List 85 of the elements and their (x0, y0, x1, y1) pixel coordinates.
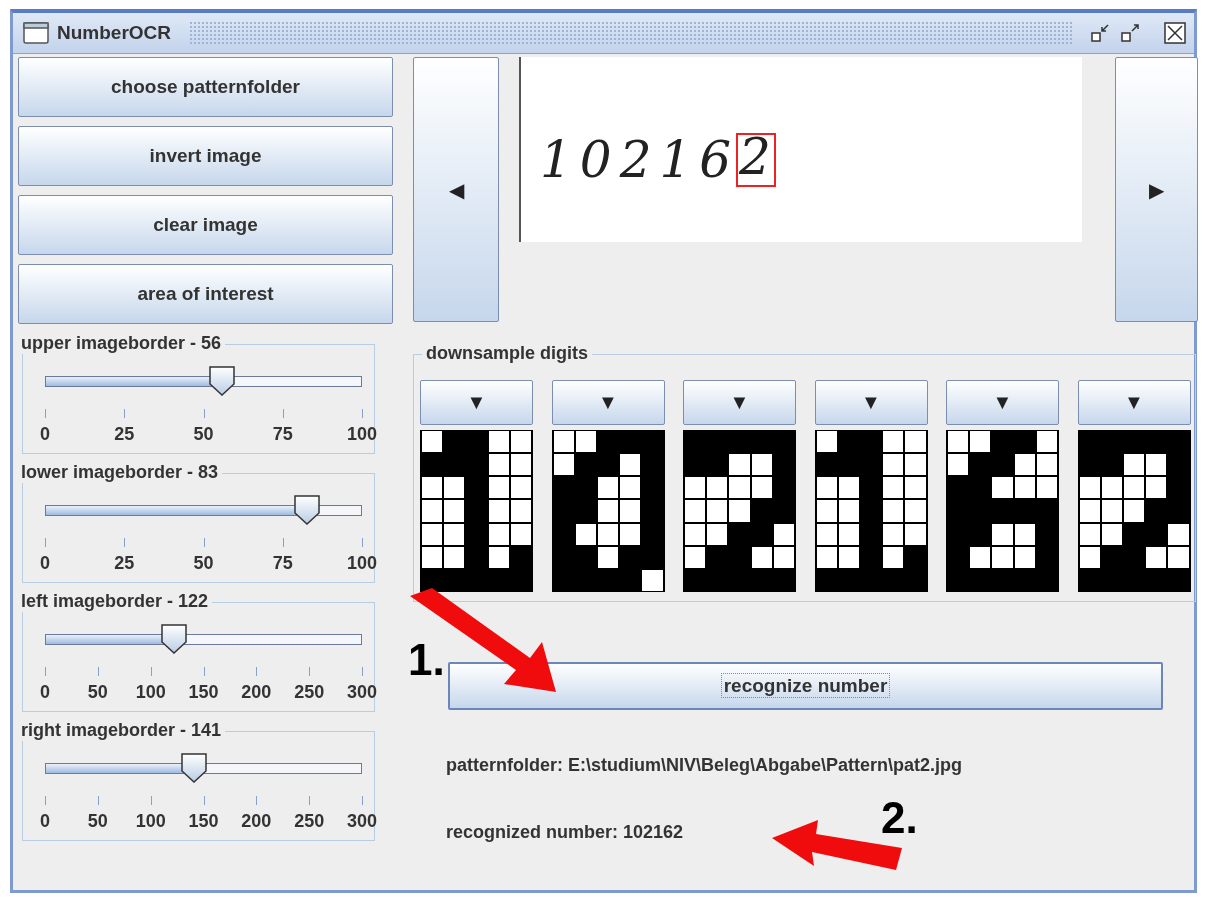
handwritten-digit: 1 (539, 132, 575, 187)
window-title: NumberOCR (57, 22, 171, 44)
tick-label: 150 (188, 811, 219, 832)
tick-mark (203, 667, 205, 676)
tick-mark (309, 667, 311, 676)
step-number: 2. (881, 796, 918, 840)
tick-mark (203, 796, 205, 805)
result-label: recognized number: 102162 (446, 822, 685, 843)
slider-thumb[interactable] (294, 495, 321, 525)
tick-mark (282, 538, 284, 547)
tick-mark (124, 409, 126, 418)
minimize-icon[interactable] (1090, 22, 1112, 44)
close-icon[interactable] (1164, 22, 1186, 44)
action-button[interactable]: clear image (18, 195, 393, 255)
tick-mark (45, 409, 46, 418)
tick-mark (97, 796, 99, 805)
window-icon (23, 22, 49, 44)
tick-mark (124, 538, 126, 547)
tick-mark (97, 667, 99, 676)
tick-label: 200 (241, 682, 272, 703)
tick-label: 0 (40, 682, 50, 703)
slider-label: right imageborder - 141 (21, 720, 226, 741)
tick-label: 300 (347, 682, 377, 703)
panel-title: downsample digits (422, 343, 593, 364)
dropdown-button[interactable]: ▼ (683, 380, 796, 425)
slider-label: left imageborder - 122 (21, 591, 213, 612)
tick-label: 0 (40, 424, 50, 445)
tick-label: 25 (114, 424, 135, 445)
handwritten-digit: 6 (698, 132, 735, 187)
tick-mark (362, 538, 363, 547)
tick-label: 300 (347, 811, 377, 832)
action-button[interactable]: area of interest (18, 264, 393, 324)
tick-mark (45, 538, 46, 547)
tick-mark (45, 796, 46, 805)
tick-mark (362, 409, 363, 418)
tick-mark (256, 796, 258, 805)
tick-mark (362, 667, 363, 676)
tick-label: 100 (347, 424, 377, 445)
tick-label: 250 (294, 682, 325, 703)
slider-label: lower imageborder - 83 (21, 462, 223, 483)
handwritten-digit: 1 (658, 132, 695, 187)
handwritten-digit: 2 (618, 132, 655, 187)
tick-label: 75 (272, 553, 293, 574)
slider-thumb[interactable] (209, 366, 236, 396)
action-button[interactable]: choose patternfolder (18, 57, 393, 117)
tick-label: 0 (40, 553, 50, 574)
tick-label: 100 (135, 682, 166, 703)
dropdown-button[interactable]: ▼ (814, 380, 928, 425)
tick-label: 0 (40, 811, 50, 832)
tick-mark (203, 538, 205, 547)
tick-label: 250 (294, 811, 325, 832)
handwritten-digit: 0 (578, 132, 615, 187)
slider-thumb[interactable] (181, 753, 208, 783)
tick-label: 100 (135, 811, 166, 832)
tick-label: 200 (241, 811, 272, 832)
tick-mark (45, 667, 46, 676)
tick-label: 50 (87, 682, 108, 703)
dropdown-button[interactable]: ▼ (946, 380, 1059, 425)
action-button[interactable]: invert image (18, 126, 393, 186)
tick-label: 50 (87, 811, 108, 832)
tick-mark (150, 667, 152, 676)
tick-label: 100 (347, 553, 377, 574)
recognize-button[interactable]: recognize number (448, 662, 1163, 710)
tick-mark (282, 409, 284, 418)
slider-thumb[interactable] (161, 624, 188, 654)
tick-mark (256, 667, 258, 676)
tick-label: 50 (193, 424, 214, 445)
tick-label: 150 (188, 682, 219, 703)
tick-label: 25 (114, 553, 135, 574)
slider-label: upper imageborder - 56 (21, 333, 226, 354)
previous-button[interactable]: ◀ (413, 57, 499, 322)
step-number: 1. (408, 638, 445, 682)
patternfolder-label: patternfolder: E:\studium\NIV\Beleg\Abgabe\Pattern\pat2.jpg (446, 755, 964, 776)
maximize-icon[interactable] (1120, 22, 1142, 44)
tick-mark (203, 409, 205, 418)
handwritten-digit: 2 (736, 132, 776, 187)
dropdown-button[interactable]: ▼ (420, 380, 533, 425)
tick-label: 75 (272, 424, 293, 445)
dropdown-button[interactable]: ▼ (1077, 380, 1191, 425)
next-button[interactable]: ▶ (1114, 57, 1198, 322)
tick-mark (150, 796, 152, 805)
tick-label: 50 (193, 553, 214, 574)
tick-mark (309, 796, 311, 805)
dropdown-button[interactable]: ▼ (551, 380, 665, 425)
tick-mark (362, 796, 363, 805)
